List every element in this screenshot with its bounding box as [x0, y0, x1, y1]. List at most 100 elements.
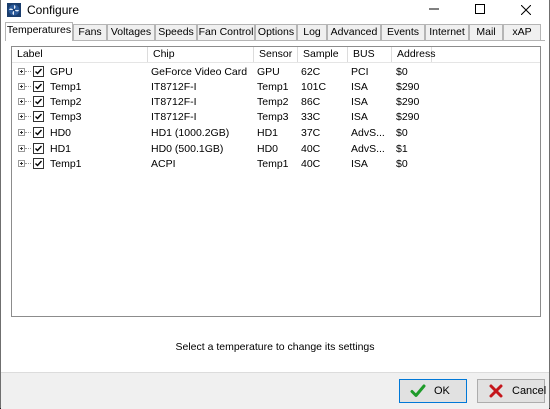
- cell-bus: AdvS...: [351, 127, 385, 139]
- cell-sample: 62C: [301, 66, 321, 78]
- checkmark-icon: [35, 145, 43, 152]
- enabled-checkbox[interactable]: [33, 96, 44, 107]
- cell-address: $290: [396, 81, 420, 93]
- cell-bus: PCI: [351, 66, 369, 78]
- column-header-bus[interactable]: BUS: [348, 47, 392, 62]
- column-header-sensor[interactable]: Sensor: [254, 47, 298, 62]
- table-row[interactable]: Temp2 IT8712F-I Temp2 86C ISA $290: [12, 94, 540, 110]
- checkmark-icon: [35, 68, 43, 75]
- ok-button[interactable]: OK: [399, 379, 467, 403]
- tab-xap[interactable]: xAP: [503, 24, 541, 40]
- ok-button-label: OK: [434, 385, 450, 397]
- enabled-checkbox[interactable]: [33, 127, 44, 138]
- checkmark-icon: [35, 160, 43, 167]
- cell-sample: 33C: [301, 111, 321, 123]
- cell-sensor: Temp3: [257, 111, 289, 123]
- cell-sensor: Temp1: [257, 158, 289, 170]
- tab-fan-control[interactable]: Fan Control: [197, 24, 255, 40]
- enabled-checkbox[interactable]: [33, 111, 44, 122]
- tab-advanced[interactable]: Advanced: [327, 24, 381, 40]
- expand-icon[interactable]: [18, 129, 25, 136]
- list-header: Label Chip Sensor Sample BUS Address: [12, 47, 540, 63]
- tab-events[interactable]: Events: [381, 24, 425, 40]
- close-button[interactable]: [503, 0, 549, 20]
- cell-sensor: HD1: [257, 127, 279, 139]
- expand-icon[interactable]: [18, 83, 25, 90]
- enabled-checkbox[interactable]: [33, 158, 44, 169]
- expand-icon[interactable]: [18, 145, 25, 152]
- minimize-icon: [429, 8, 439, 10]
- tab-temperatures[interactable]: Temperatures: [5, 22, 73, 41]
- tab-mail[interactable]: Mail: [469, 24, 503, 40]
- table-row[interactable]: Temp3 IT8712F-I Temp3 33C ISA $290: [12, 109, 540, 125]
- cell-bus: ISA: [351, 158, 368, 170]
- cell-sample: 40C: [301, 158, 321, 170]
- cancel-button-label: Cancel: [512, 385, 547, 397]
- x-icon: [489, 384, 503, 398]
- cell-bus: ISA: [351, 96, 368, 108]
- minimize-button[interactable]: [411, 0, 457, 20]
- checkmark-icon: [410, 384, 426, 397]
- cell-address: $290: [396, 96, 420, 108]
- tab-log[interactable]: Log: [297, 24, 327, 40]
- cell-bus: ISA: [351, 111, 368, 123]
- cell-chip: HD1 (1000.2GB): [151, 127, 230, 139]
- table-row[interactable]: HD0 HD1 (1000.2GB) HD1 37C AdvS... $0: [12, 125, 540, 141]
- column-header-label[interactable]: Label: [12, 47, 148, 62]
- cell-label: HD0: [50, 127, 72, 139]
- cell-chip: IT8712F-I: [151, 111, 197, 123]
- tab-internet[interactable]: Internet: [425, 24, 469, 40]
- maximize-icon: [475, 4, 485, 14]
- button-bar: OK Cancel: [1, 372, 549, 409]
- enabled-checkbox[interactable]: [33, 81, 44, 92]
- cell-label: Temp2: [50, 96, 82, 108]
- tab-speeds[interactable]: Speeds: [155, 24, 197, 40]
- cell-address: $0: [396, 127, 408, 139]
- tab-options[interactable]: Options: [255, 24, 297, 40]
- status-hint: Select a temperature to change its setti…: [175, 341, 375, 353]
- table-row[interactable]: GPU GeForce Video Card GPU 62C PCI $0: [12, 64, 540, 80]
- checkmark-icon: [35, 129, 43, 136]
- cell-chip: HD0 (500.1GB): [151, 143, 224, 155]
- cell-label: HD1: [50, 143, 72, 155]
- tab-voltages[interactable]: Voltages: [107, 24, 155, 40]
- expand-icon[interactable]: [18, 98, 25, 105]
- cell-sample: 40C: [301, 143, 321, 155]
- expand-icon[interactable]: [18, 160, 25, 167]
- temperature-list[interactable]: Label Chip Sensor Sample BUS Address GPU…: [11, 46, 541, 317]
- cell-label: Temp1: [50, 158, 82, 170]
- tab-fans[interactable]: Fans: [73, 24, 107, 40]
- cell-address: $1: [396, 143, 408, 155]
- table-row[interactable]: Temp1 ACPI Temp1 40C ISA $0: [12, 156, 540, 172]
- maximize-button[interactable]: [457, 0, 503, 20]
- cell-address: $0: [396, 158, 408, 170]
- table-row[interactable]: HD1 HD0 (500.1GB) HD0 40C AdvS... $1: [12, 141, 540, 157]
- expand-icon[interactable]: [18, 113, 25, 120]
- cell-label: GPU: [50, 66, 73, 78]
- enabled-checkbox[interactable]: [33, 66, 44, 77]
- column-header-sample[interactable]: Sample: [298, 47, 348, 62]
- cell-bus: ISA: [351, 81, 368, 93]
- column-header-address[interactable]: Address: [392, 47, 436, 62]
- cell-label: Temp1: [50, 81, 82, 93]
- cell-sensor: Temp2: [257, 96, 289, 108]
- checkmark-icon: [35, 98, 43, 105]
- cell-label: Temp3: [50, 111, 82, 123]
- cell-sensor: HD0: [257, 143, 279, 155]
- configure-window: Configure Temperatures Fans Voltages Spe…: [0, 0, 550, 409]
- close-icon: [520, 4, 532, 16]
- cell-address: $0: [396, 66, 408, 78]
- cancel-button[interactable]: Cancel: [477, 379, 547, 403]
- cell-sensor: GPU: [257, 66, 280, 78]
- title-bar: Configure: [1, 0, 549, 20]
- fan-icon: [7, 3, 21, 17]
- enabled-checkbox[interactable]: [33, 143, 44, 154]
- cell-chip: ACPI: [151, 158, 176, 170]
- cell-sensor: Temp1: [257, 81, 289, 93]
- table-row[interactable]: Temp1 IT8712F-I Temp1 101C ISA $290: [12, 79, 540, 95]
- cell-bus: AdvS...: [351, 143, 385, 155]
- expand-icon[interactable]: [18, 68, 25, 75]
- cell-sample: 37C: [301, 127, 321, 139]
- column-header-chip[interactable]: Chip: [148, 47, 254, 62]
- cell-chip: GeForce Video Card: [151, 66, 248, 78]
